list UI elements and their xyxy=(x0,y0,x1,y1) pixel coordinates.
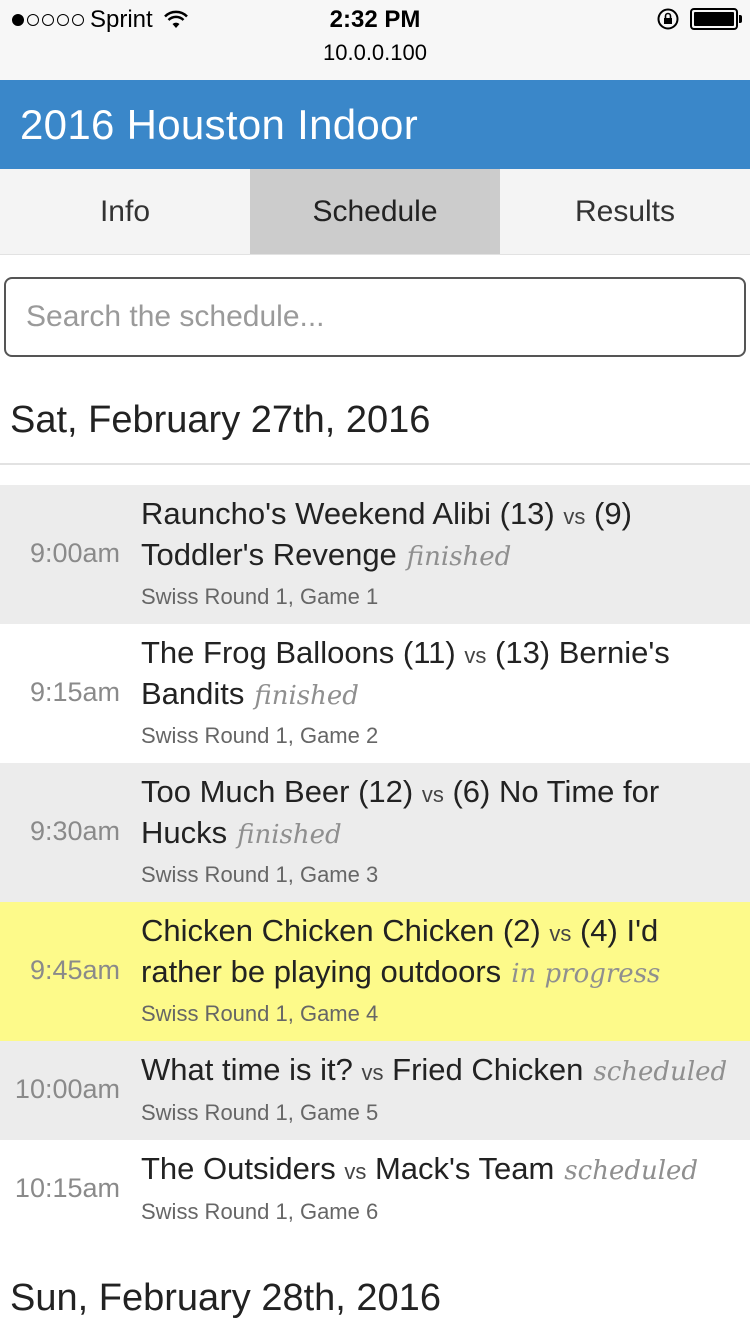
team-two: Fried Chicken xyxy=(392,1052,584,1087)
game-body: The Outsiders vs Mack's Team scheduled Sw… xyxy=(120,1150,750,1227)
day-heading: Sat, February 27th, 2016 xyxy=(0,357,750,465)
game-time: 9:30am xyxy=(29,816,120,846)
tab-info[interactable]: Info xyxy=(0,169,250,254)
game-time: 9:15am xyxy=(29,677,120,707)
game-time: 10:15am xyxy=(14,1173,120,1203)
game-row[interactable]: 9:00am Rauncho's Weekend Alibi (13) vs (… xyxy=(0,485,750,624)
team-one: Chicken Chicken Chicken (2) xyxy=(141,913,541,948)
status-right xyxy=(656,8,742,30)
game-round: Swiss Round 1, Game 2 xyxy=(141,723,379,748)
status-center: 2:32 PM 10.0.0.100 xyxy=(0,6,750,66)
battery-fill xyxy=(694,12,734,26)
tab-results[interactable]: Results xyxy=(500,169,750,254)
game-row[interactable]: 9:15am The Frog Balloons (11) vs (13) Be… xyxy=(0,624,750,763)
vs-label: vs xyxy=(361,1060,384,1085)
game-status: scheduled xyxy=(593,1057,728,1087)
game-body: Rauncho's Weekend Alibi (13) vs (9) Todd… xyxy=(120,495,750,612)
game-body: The Frog Balloons (11) vs (13) Bernie's … xyxy=(120,634,750,751)
game-body: What time is it? vs Fried Chicken schedul… xyxy=(120,1051,750,1128)
vs-label: vs xyxy=(549,921,572,946)
game-round: Swiss Round 1, Game 1 xyxy=(141,584,379,609)
game-matchup: What time is it? vs Fried Chicken schedul… xyxy=(141,1051,740,1092)
game-row-in-progress[interactable]: 9:45am Chicken Chicken Chicken (2) vs (4… xyxy=(0,902,750,1041)
search-container xyxy=(0,255,750,357)
game-matchup: The Outsiders vs Mack's Team scheduled xyxy=(141,1150,740,1191)
game-matchup: Chicken Chicken Chicken (2) vs (4) I'd r… xyxy=(141,912,740,993)
game-time: 10:00am xyxy=(14,1074,120,1104)
page-url: 10.0.0.100 xyxy=(323,40,427,65)
game-matchup: The Frog Balloons (11) vs (13) Bernie's … xyxy=(141,634,740,715)
status-bar: Sprint 2:32 PM 10.0.0.100 xyxy=(0,0,750,80)
game-body: Too Much Beer (12) vs (6) No Time for Hu… xyxy=(120,773,750,890)
vs-label: vs xyxy=(464,643,487,668)
game-status: in progress xyxy=(511,959,661,989)
team-one: Too Much Beer (12) xyxy=(141,774,414,809)
team-one: The Outsiders xyxy=(141,1151,336,1186)
battery-icon xyxy=(690,8,742,30)
vs-label: vs xyxy=(563,504,586,529)
game-status: finished xyxy=(406,542,512,572)
app-header: 2016 Houston Indoor xyxy=(0,80,750,169)
team-two: Mack's Team xyxy=(374,1151,555,1186)
team-one: What time is it? xyxy=(141,1052,353,1087)
vs-label: vs xyxy=(344,1159,367,1184)
day-heading: Sun, February 28th, 2016 xyxy=(10,1277,441,1319)
game-matchup: Rauncho's Weekend Alibi (13) vs (9) Todd… xyxy=(141,495,740,576)
game-round: Swiss Round 1, Game 3 xyxy=(141,862,379,887)
game-time: 9:45am xyxy=(29,955,120,985)
vs-label: vs xyxy=(421,782,444,807)
game-matchup: Too Much Beer (12) vs (6) No Time for Hu… xyxy=(141,773,740,854)
game-round: Swiss Round 1, Game 6 xyxy=(141,1199,379,1224)
game-row[interactable]: 10:15am The Outsiders vs Mack's Team sche… xyxy=(0,1140,750,1239)
tab-bar: Info Schedule Results xyxy=(0,169,750,255)
orientation-lock-icon xyxy=(657,8,679,30)
game-row[interactable]: 9:30am Too Much Beer (12) vs (6) No Time… xyxy=(0,763,750,902)
games-list: 9:00am Rauncho's Weekend Alibi (13) vs (… xyxy=(0,485,750,1239)
game-round: Swiss Round 1, Game 4 xyxy=(141,1001,379,1026)
team-one: The Frog Balloons (11) xyxy=(141,635,456,670)
search-input[interactable] xyxy=(4,277,746,357)
team-one: Rauncho's Weekend Alibi (13) xyxy=(141,496,555,531)
game-row[interactable]: 10:00am What time is it? vs Fried Chicke… xyxy=(0,1041,750,1140)
tab-schedule[interactable]: Schedule xyxy=(250,169,500,254)
game-round: Swiss Round 1, Game 5 xyxy=(141,1100,379,1125)
page-title: 2016 Houston Indoor xyxy=(20,100,418,148)
status-time: 2:32 PM xyxy=(329,6,421,33)
game-body: Chicken Chicken Chicken (2) vs (4) I'd r… xyxy=(120,912,750,1029)
game-status: finished xyxy=(254,681,359,711)
game-status: finished xyxy=(237,820,342,850)
game-status: scheduled xyxy=(564,1156,699,1186)
game-time: 9:00am xyxy=(29,538,120,568)
